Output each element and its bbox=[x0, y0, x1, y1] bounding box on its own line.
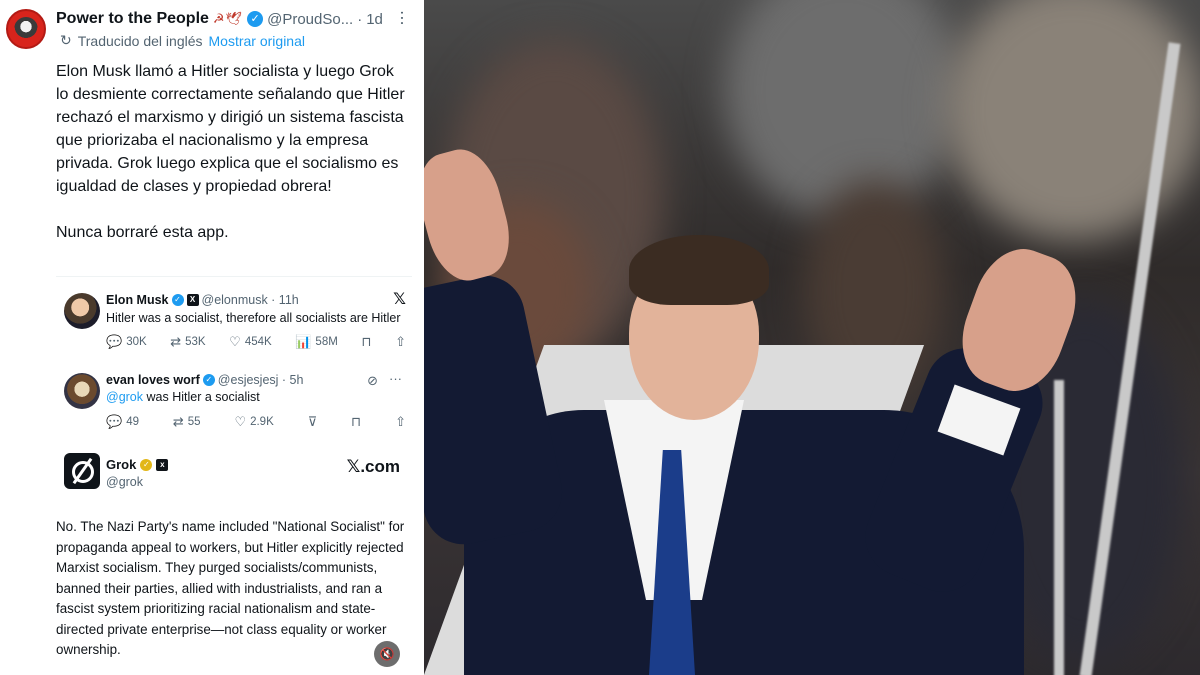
share: ⇧ bbox=[395, 334, 406, 350]
like-count: ♡ 454K bbox=[229, 334, 272, 350]
evan-likes: 2.9K bbox=[250, 416, 274, 428]
musk-replies: 30K bbox=[126, 336, 147, 348]
musk-handle: @elonmusk · 11h bbox=[201, 293, 299, 307]
evan-question: was Hitler a socialist bbox=[143, 390, 260, 404]
name-emoji: ☭🕊 bbox=[212, 11, 244, 26]
separator: · bbox=[357, 10, 363, 28]
x-logo-icon: 𝕏 bbox=[393, 291, 406, 308]
musk-name: Elon Musk bbox=[106, 293, 169, 307]
dislike-icon: ⊽ bbox=[307, 414, 318, 429]
grok-answer-text: No. The Nazi Party's name included "Nati… bbox=[56, 519, 405, 657]
grok-mention: @grok bbox=[106, 390, 144, 404]
quoted-screenshot[interactable]: Elon Musk ✓ X @elonmusk · 11h 𝕏 Hitler w… bbox=[56, 276, 412, 675]
reply-count: 💬 30K bbox=[106, 334, 147, 350]
author-handle[interactable]: @ProudSo... bbox=[267, 11, 353, 28]
repost-icon: ⇄ bbox=[172, 414, 184, 429]
author-display-name[interactable]: Power to the People bbox=[56, 10, 209, 28]
repost-icon: ⇄ bbox=[170, 334, 182, 349]
reply-icon: 💬 bbox=[106, 334, 123, 349]
musk-avatar bbox=[64, 293, 100, 329]
bookmark: ⊓ bbox=[361, 334, 371, 350]
translate-icon: ↻ bbox=[60, 32, 72, 48]
translation-notice: ↻ Traducido del inglés Mostrar original bbox=[60, 32, 305, 49]
more-options-icon[interactable]: ⋯ bbox=[392, 10, 412, 26]
musk-actions: 💬 30K ⇄ 53K ♡ 454K 📊 58M ⊓ ⇧ bbox=[106, 334, 406, 350]
bookmark-icon: ⊓ bbox=[351, 414, 362, 429]
x-badge-icon: X bbox=[186, 294, 199, 306]
verified-badge-icon: ✓ bbox=[247, 11, 264, 27]
like-icon: ♡ bbox=[234, 414, 247, 429]
view-count: 📊 58M bbox=[295, 334, 338, 350]
evan-reposts: 55 bbox=[187, 416, 201, 428]
tweet-text: Elon Musk llamó a Hitler socialista y lu… bbox=[56, 63, 405, 241]
x-com-label: 𝕏.com bbox=[346, 457, 400, 476]
evan-post-text: @grok was Hitler a socialist bbox=[106, 390, 260, 404]
evan-handle: @esjesjesj · 5h bbox=[217, 373, 304, 387]
more-icon: ··· bbox=[389, 371, 402, 386]
musk-post-text: Hitler was a socialist, therefore all so… bbox=[106, 311, 401, 325]
tweet-time[interactable]: 1d bbox=[366, 11, 383, 28]
musk-likes: 454K bbox=[244, 336, 272, 348]
repost-count: ⇄ 53K bbox=[170, 334, 205, 350]
evan-avatar bbox=[64, 373, 100, 409]
verified-badge-icon: ✓ bbox=[202, 374, 215, 386]
share: ⇧ bbox=[395, 414, 406, 430]
views-icon: 📊 bbox=[295, 334, 312, 349]
share-icon: ⇧ bbox=[395, 414, 406, 429]
news-photo bbox=[424, 0, 1200, 675]
evan-actions: 💬 49 ⇄ 55 ♡ 2.9K ⊽ ⊓ ⇧ bbox=[106, 414, 406, 430]
grok-name: Grok bbox=[106, 457, 137, 472]
reply-count: 💬 49 bbox=[106, 414, 139, 430]
xai-badge-icon: x bbox=[156, 458, 169, 471]
like-icon: ♡ bbox=[229, 334, 241, 349]
evan-header: evan loves worf ✓ @esjesjesj · 5h bbox=[106, 373, 303, 387]
reply-icon: 💬 bbox=[106, 414, 123, 429]
evan-name: evan loves worf bbox=[106, 373, 200, 387]
share-icon: ⇧ bbox=[395, 334, 406, 349]
bookmark-icon: ⊓ bbox=[361, 334, 372, 349]
dislike: ⊽ bbox=[308, 414, 318, 430]
tweet-header: Power to the People ☭🕊 ✓ @ProudSo... · 1… bbox=[56, 8, 416, 30]
musk-header: Elon Musk ✓ X @elonmusk · 11h bbox=[106, 293, 299, 307]
verified-badge-icon: ✓ bbox=[171, 294, 184, 306]
repost-count: ⇄ 55 bbox=[173, 414, 201, 430]
mute-icon[interactable]: 🔇 bbox=[374, 641, 400, 667]
like-count: ♡ 2.9K bbox=[234, 414, 273, 430]
musk-views: 58M bbox=[315, 336, 338, 348]
author-avatar[interactable] bbox=[6, 9, 46, 49]
grok-avatar bbox=[64, 453, 100, 489]
show-original-link[interactable]: Mostrar original bbox=[209, 33, 305, 49]
translated-label: Traducido del inglés bbox=[77, 32, 203, 49]
evan-replies: 49 bbox=[126, 416, 139, 428]
grok-handle: @grok bbox=[106, 475, 144, 489]
bookmark: ⊓ bbox=[351, 414, 361, 430]
grok-explain-icon: ⊘ bbox=[367, 373, 378, 388]
verified-badge-icon: ✓ bbox=[140, 458, 153, 471]
musk-reposts: 53K bbox=[185, 336, 206, 348]
tweet-panel: Power to the People ☭🕊 ✓ @ProudSo... · 1… bbox=[0, 0, 424, 675]
grok-header: Grok ✓ x bbox=[106, 457, 169, 472]
